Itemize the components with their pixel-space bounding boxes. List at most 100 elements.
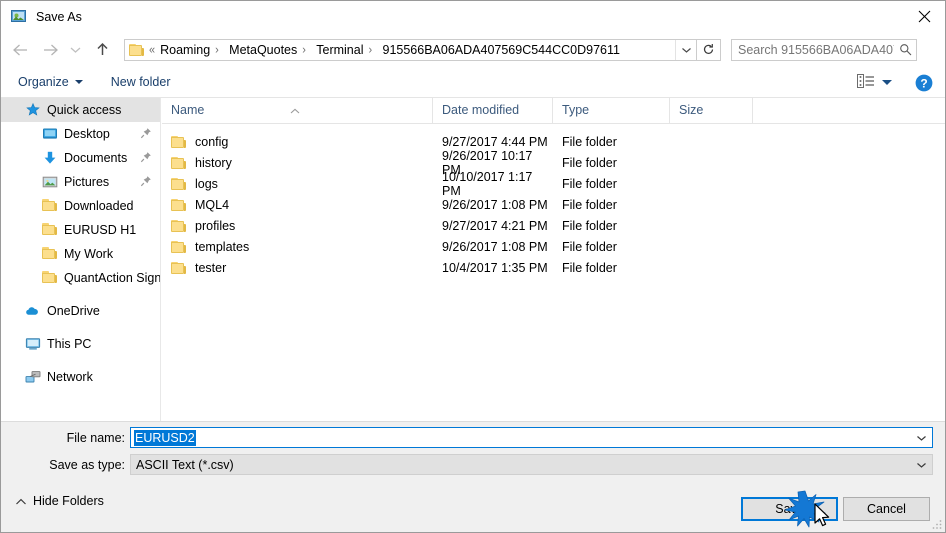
breadcrumb: « Roaming › MetaQuotes › Terminal › 9155… [147, 42, 675, 58]
sidebar-item-quantaction-signal[interactable]: QuantAction Signal [1, 266, 160, 290]
svg-text:?: ? [920, 76, 927, 90]
save-as-dialog: Save As « Roaming › MetaQuotes › Termina… [0, 0, 946, 533]
address-bar[interactable]: « Roaming › MetaQuotes › Terminal › 9155… [124, 38, 697, 61]
dialog-footer: Hide Folders Save Cancel [1, 485, 945, 532]
sidebar-item-label: My Work [64, 247, 114, 261]
breadcrumb-item-roaming[interactable]: Roaming [157, 42, 213, 58]
window-title: Save As [36, 9, 82, 24]
file-name-label: history [195, 155, 232, 170]
refresh-icon[interactable] [697, 38, 721, 61]
column-header-name[interactable]: Name [162, 98, 433, 123]
file-name-label: tester [195, 260, 227, 275]
file-date-cell: 9/26/2017 1:08 PM [442, 197, 548, 212]
table-row[interactable]: config 9/27/2017 4:44 PM File folder [162, 131, 945, 152]
file-name-cell: history [162, 156, 433, 170]
hide-folders-label: Hide Folders [33, 494, 104, 508]
forward-icon[interactable] [37, 37, 63, 63]
list-top-spacer [162, 124, 945, 131]
column-header-type[interactable]: Type [553, 98, 670, 123]
sidebar-item-label: This PC [47, 337, 92, 351]
folder-icon [171, 135, 187, 149]
this-pc-icon [25, 336, 41, 352]
sidebar-item-label: Downloaded [64, 199, 134, 213]
save-as-type-select[interactable]: ASCII Text (*.csv) [130, 454, 933, 475]
breadcrumb-item-terminal-id[interactable]: 915566BA06ADA407569C544CC0D97611 [380, 42, 623, 58]
file-name-cell: config [162, 135, 433, 149]
table-row[interactable]: profiles 9/27/2017 4:21 PM File folder [162, 215, 945, 236]
breadcrumb-item-metaquotes[interactable]: MetaQuotes [226, 42, 300, 58]
chevron-up-icon [15, 496, 27, 506]
breadcrumb-overflow[interactable]: « [147, 43, 157, 56]
resize-grip[interactable] [931, 518, 943, 530]
sidebar-item-onedrive[interactable]: OneDrive [1, 299, 160, 323]
pin-icon[interactable] [140, 127, 152, 139]
chevron-down-icon[interactable] [911, 455, 932, 474]
folder-icon [171, 219, 187, 233]
file-name-cell: MQL4 [162, 198, 433, 212]
folder-icon [42, 198, 58, 214]
navigation-sidebar[interactable]: Quick access Desktop Documents Pictures … [1, 98, 161, 421]
sidebar-item-quick-access[interactable]: Quick access [1, 98, 160, 122]
breadcrumb-separator[interactable]: › [213, 43, 226, 56]
star-icon [25, 102, 41, 118]
documents-download-icon [42, 150, 58, 166]
save-button[interactable]: Save [741, 497, 838, 521]
sidebar-item-label: Quick access [47, 103, 122, 117]
pin-icon[interactable] [140, 151, 152, 163]
address-chevron-down-icon[interactable] [675, 39, 696, 60]
column-header-label: Name [171, 103, 205, 117]
search-input[interactable]: Search 915566BA06ADA40756... [731, 38, 917, 61]
pictures-icon [42, 174, 58, 190]
sidebar-item-network[interactable]: Network [1, 365, 160, 389]
file-name-input[interactable]: EURUSD2 [130, 427, 933, 448]
toolbar-right-group: ? [852, 67, 945, 98]
column-header-date-modified[interactable]: Date modified [433, 98, 553, 123]
folder-icon [171, 261, 187, 275]
sidebar-item-my-work[interactable]: My Work [1, 242, 160, 266]
folder-icon [171, 156, 187, 170]
file-list-pane[interactable]: Name Date modified Type Size config 9/27… [162, 98, 945, 421]
close-button[interactable] [901, 1, 945, 31]
file-name-label: File name: [66, 431, 125, 445]
table-row[interactable]: history 9/26/2017 10:17 PM File folder [162, 149, 945, 177]
help-icon[interactable]: ? [915, 74, 933, 92]
file-name-cell: templates [162, 240, 433, 254]
folder-icon [42, 270, 58, 286]
sidebar-item-desktop[interactable]: Desktop [1, 122, 160, 146]
file-date-cell: 9/26/2017 1:08 PM [442, 239, 548, 254]
sidebar-item-pictures[interactable]: Pictures [1, 170, 160, 194]
search-icon[interactable] [894, 43, 916, 56]
table-row[interactable]: tester 10/4/2017 1:35 PM File folder [162, 257, 945, 278]
breadcrumb-separator[interactable]: › [300, 43, 313, 56]
sidebar-item-documents[interactable]: Documents [1, 146, 160, 170]
sidebar-item-eurusd-h1[interactable]: EURUSD H1 [1, 218, 160, 242]
hide-folders-button[interactable]: Hide Folders [15, 494, 104, 508]
breadcrumb-item-terminal[interactable]: Terminal [313, 42, 366, 58]
column-header-size[interactable]: Size [670, 98, 753, 123]
up-icon[interactable] [89, 37, 115, 63]
sidebar-item-this-pc[interactable]: This PC [1, 332, 160, 356]
chevron-down-icon [74, 80, 83, 84]
recent-locations-chevron-down-icon[interactable] [65, 37, 85, 63]
sidebar-item-downloaded[interactable]: Downloaded [1, 194, 160, 218]
breadcrumb-separator[interactable]: › [367, 43, 380, 56]
cancel-button-label: Cancel [867, 502, 906, 516]
table-row[interactable]: templates 9/26/2017 1:08 PM File folder [162, 236, 945, 257]
table-row[interactable]: MQL4 9/26/2017 1:08 PM File folder [162, 194, 945, 215]
command-toolbar: Organize New folder ? [1, 67, 945, 98]
new-folder-button[interactable]: New folder [104, 70, 178, 94]
organize-button[interactable]: Organize [11, 70, 90, 94]
back-icon[interactable] [7, 37, 33, 63]
chevron-down-icon[interactable] [911, 428, 932, 447]
change-view-button[interactable] [852, 71, 897, 95]
pin-icon[interactable] [140, 175, 152, 187]
sort-ascending-icon [290, 98, 300, 114]
file-date-cell: 9/27/2017 4:44 PM [442, 134, 548, 149]
cancel-button[interactable]: Cancel [843, 497, 930, 521]
table-row[interactable]: logs 10/10/2017 1:17 PM File folder [162, 170, 945, 198]
file-date-cell: 10/4/2017 1:35 PM [442, 260, 548, 275]
folder-icon [129, 43, 145, 57]
onedrive-cloud-icon [25, 303, 41, 319]
file-type-cell: File folder [562, 155, 617, 170]
